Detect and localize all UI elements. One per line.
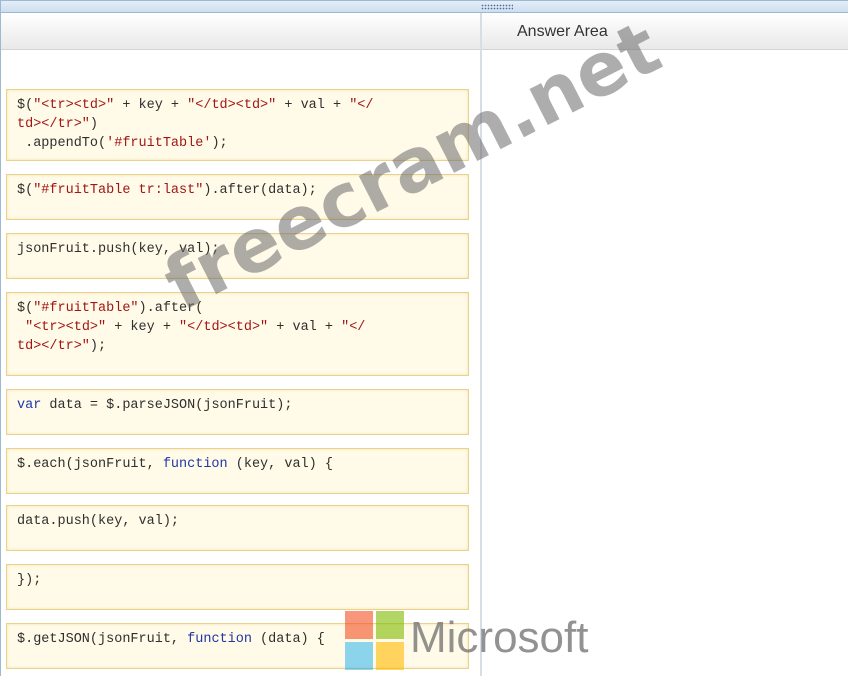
code-line: var data = $.parseJSON(jsonFruit); xyxy=(17,396,458,415)
choices-header xyxy=(1,13,481,50)
code-choice-5[interactable]: var data = $.parseJSON(jsonFruit); xyxy=(6,389,469,435)
code-line: data.push(key, val); xyxy=(17,512,458,531)
code-text: .appendTo( xyxy=(17,136,107,151)
code-line: $.each(jsonFruit, function (key, val) { xyxy=(17,455,458,474)
answer-area-pane[interactable]: Answer Area xyxy=(482,13,848,676)
code-text: data.push(key, val); xyxy=(17,514,180,529)
app-window: $("<tr><td>" + key + "</td><td>" + val +… xyxy=(0,0,848,676)
code-text: ).after(data); xyxy=(203,183,317,198)
code-string: "</td><td>" xyxy=(187,98,277,113)
code-choice-4[interactable]: $("#fruitTable").after( "<tr><td>" + key… xyxy=(6,292,469,376)
code-text: ) xyxy=(89,117,99,132)
code-line: "<tr><td>" + key + "</td><td>" + val + "… xyxy=(17,318,458,337)
code-choice-3[interactable]: jsonFruit.push(key, val); xyxy=(6,233,469,279)
code-text: + val + xyxy=(276,98,350,113)
splitter-grip-icon[interactable] xyxy=(481,4,513,10)
code-text: }); xyxy=(17,573,42,588)
code-keyword: function xyxy=(162,457,228,472)
code-text: + key + xyxy=(114,98,188,113)
code-string: td></tr>" xyxy=(17,117,90,132)
code-text: $( xyxy=(17,301,34,316)
code-line: $("#fruitTable tr:last").after(data); xyxy=(17,181,458,200)
code-keyword: function xyxy=(187,632,252,647)
code-line: $.getJSON(jsonFruit, function (data) { xyxy=(17,630,458,649)
code-string: "</td><td>" xyxy=(179,320,269,335)
code-text: $.getJSON(jsonFruit, xyxy=(17,632,188,647)
code-text: (key, val) { xyxy=(227,457,333,472)
code-choice-9[interactable]: $.getJSON(jsonFruit, function (data) { xyxy=(6,623,469,669)
code-string: "#fruitTable tr:last" xyxy=(33,183,204,198)
code-line: jsonFruit.push(key, val); xyxy=(17,240,458,259)
code-choices-pane: $("<tr><td>" + key + "</td><td>" + val +… xyxy=(1,13,481,676)
top-bar xyxy=(1,1,848,13)
code-choice-8[interactable]: }); xyxy=(6,564,469,610)
code-text: + key + xyxy=(106,320,180,335)
code-choices-list: $("<tr><td>" + key + "</td><td>" + val +… xyxy=(1,50,481,676)
code-choice-6[interactable]: $.each(jsonFruit, function (key, val) { xyxy=(6,448,469,494)
code-choice-2[interactable]: $("#fruitTable tr:last").after(data); xyxy=(6,174,469,220)
code-line: $("<tr><td>" + key + "</td><td>" + val +… xyxy=(17,96,458,115)
code-text: jsonFruit.push(key, val); xyxy=(17,242,220,257)
code-text: (data) { xyxy=(251,632,325,647)
code-string: "</ xyxy=(349,98,374,113)
code-text: ); xyxy=(89,339,107,354)
answer-area-header: Answer Area xyxy=(482,13,848,50)
code-text: data = $.parseJSON(jsonFruit); xyxy=(41,398,293,413)
code-string: "#fruitTable" xyxy=(33,301,139,316)
code-line: .appendTo('#fruitTable'); xyxy=(17,134,458,153)
code-line: $("#fruitTable").after( xyxy=(17,299,458,318)
code-choice-1[interactable]: $("<tr><td>" + key + "</td><td>" + val +… xyxy=(6,89,469,161)
code-string: td></tr>" xyxy=(17,339,90,354)
code-text: ); xyxy=(211,136,228,151)
code-string: "<tr><td>" xyxy=(25,320,107,335)
code-string: "</ xyxy=(341,320,366,335)
code-string: '#fruitTable' xyxy=(106,136,212,151)
code-text: $( xyxy=(17,98,34,113)
code-choice-7[interactable]: data.push(key, val); xyxy=(6,505,469,551)
code-text: + val + xyxy=(268,320,342,335)
code-text: $( xyxy=(17,183,34,198)
code-line: }); xyxy=(17,571,458,590)
code-string: "<tr><td>" xyxy=(33,98,115,113)
code-text: ).after( xyxy=(138,301,204,316)
answer-area-title: Answer Area xyxy=(517,23,608,40)
code-line: td></tr>") xyxy=(17,115,458,134)
code-line: td></tr>"); xyxy=(17,337,458,356)
code-text: $.each(jsonFruit, xyxy=(17,457,163,472)
code-keyword: var xyxy=(17,398,42,413)
